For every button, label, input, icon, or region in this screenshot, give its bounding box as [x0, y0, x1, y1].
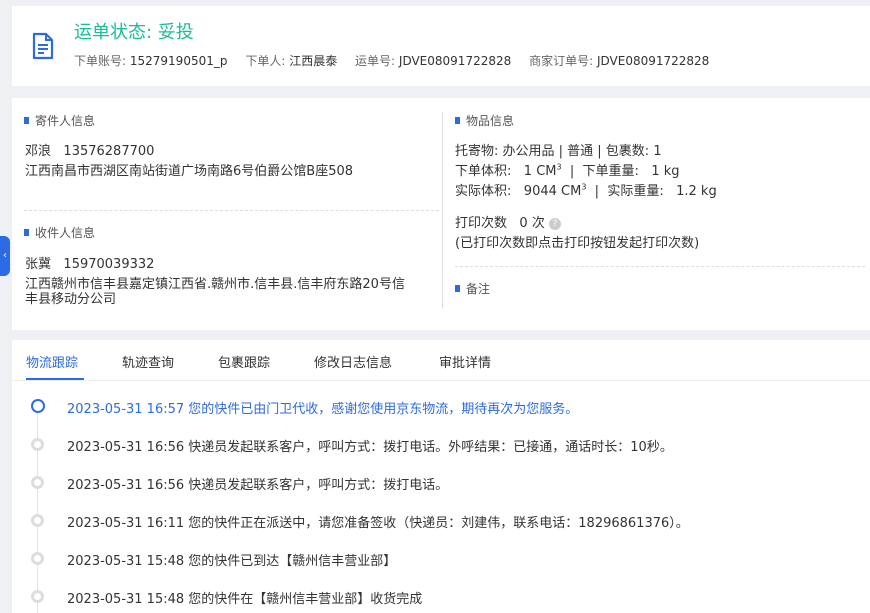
receiver-title-text: 收件人信息 [35, 226, 96, 240]
timeline-text: 2023-05-31 15:48 您的快件已到达【赣州信丰营业部】 [67, 554, 397, 569]
timeline-dot [31, 514, 44, 527]
goods-summary: 托寄物: 办公用品 | 普通 | 包裹数: 1 [455, 144, 662, 159]
sender-title-text: 寄件人信息 [35, 114, 96, 128]
merchant-order-label: 商家订单号: [529, 54, 594, 68]
document-icon [32, 32, 54, 60]
timeline-text: 2023-05-31 16:11 您的快件正在派送中，请您准备签收（快递员：刘建… [67, 516, 689, 531]
timeline-text: 2023-05-31 15:48 您的快件在【赣州信丰营业部】收货完成 [67, 592, 423, 607]
sender-contact: 邓浪 13576287700 [25, 140, 154, 159]
tab-change-log[interactable]: 修改日志信息 [314, 352, 392, 371]
actual-volume-label: 实际体积: [455, 184, 512, 199]
order-volume-value: 1 CM [523, 164, 557, 179]
divider [455, 266, 865, 267]
actual-weight-label: 实际重量: [607, 184, 664, 199]
tab-logistics-tracking[interactable]: 物流跟踪 [26, 352, 78, 371]
divider [24, 210, 439, 211]
column-divider [442, 112, 443, 308]
print-count-value: 0 次 [519, 216, 545, 231]
print-count: 打印次数 0 次 ? [455, 212, 561, 231]
sender-address: 江西南昌市西湖区南站街道广场南路6号伯爵公馆B座508 [25, 164, 354, 179]
print-count-note: (已打印次数即点击打印按钮发起打印次数) [455, 236, 700, 251]
goods-section-title: 物品信息 [455, 112, 514, 129]
receiver-phone: 15970039332 [63, 257, 155, 272]
goods-title-text: 物品信息 [466, 114, 515, 128]
orderer-label: 下单人: [245, 54, 286, 68]
section-marker [24, 117, 29, 124]
cubic-sup: 3 [556, 162, 562, 172]
waybill-header: 运单状态: 妥投 下单账号: 15279190501_p 下单人: 江西晨泰 运… [12, 6, 870, 86]
collapse-tab[interactable]: ‹ [0, 236, 10, 276]
section-marker [24, 229, 29, 236]
timeline-text: 2023-05-31 16:57 您的快件已由门卫代收，感谢您使用京东物流，期待… [67, 402, 579, 417]
tab-divider [12, 380, 870, 381]
timeline-dot [31, 552, 44, 565]
section-marker [455, 285, 460, 292]
receiver-address-line2: 丰县移动分公司 [25, 292, 117, 307]
help-icon[interactable]: ? [548, 217, 561, 230]
tracking-panel: 物流跟踪 轨迹查询 包裹跟踪 修改日志信息 审批详情 2023-05-31 16… [12, 340, 870, 613]
order-volume-label: 下单体积: [455, 164, 512, 179]
timeline-dot-current [31, 399, 45, 413]
account-value: 15279190501_p [129, 54, 228, 68]
receiver-name: 张冀 [25, 257, 52, 272]
timeline-text: 2023-05-31 16:56 快递员发起联系客户，呼叫方式：拨打电话。外呼结… [67, 440, 673, 455]
orderer-value: 江西晨泰 [289, 54, 338, 68]
timeline-dot [31, 438, 44, 451]
account-label: 下单账号: [74, 54, 127, 68]
receiver-section-title: 收件人信息 [24, 224, 95, 241]
status-title: 运单状态: 妥投 [74, 22, 194, 43]
sender-name: 邓浪 [25, 144, 52, 159]
active-tab-indicator [26, 378, 84, 380]
info-panel: 寄件人信息 邓浪 13576287700 江西南昌市西湖区南站街道广场南路6号伯… [12, 98, 870, 330]
chevron-left-icon: ‹ [3, 250, 7, 261]
actual-volume-value: 9044 CM [523, 184, 582, 199]
order-weight-label: 下单重量: [582, 164, 639, 179]
remarks-section-title: 备注 [455, 280, 490, 297]
order-volume-weight: 下单体积: 1 CM3 | 下单重量: 1 kg [455, 162, 680, 179]
tab-track-query[interactable]: 轨迹查询 [122, 352, 174, 371]
waybill-label: 运单号: [355, 54, 396, 68]
sender-phone: 13576287700 [63, 144, 155, 159]
order-weight-value: 1 kg [651, 164, 680, 179]
print-count-label: 打印次数 [455, 216, 508, 231]
remarks-title-text: 备注 [466, 282, 491, 296]
actual-volume-weight: 实际体积: 9044 CM3 | 实际重量: 1.2 kg [455, 182, 717, 199]
tab-package-tracking[interactable]: 包裹跟踪 [218, 352, 270, 371]
order-meta: 下单账号: 15279190501_p 下单人: 江西晨泰 运单号: JDVE0… [74, 52, 723, 69]
sender-section-title: 寄件人信息 [24, 112, 95, 129]
actual-weight-value: 1.2 kg [676, 184, 717, 199]
waybill-value: JDVE08091722828 [398, 54, 512, 68]
receiver-contact: 张冀 15970039332 [25, 253, 154, 272]
merchant-order-value: JDVE08091722828 [596, 54, 710, 68]
timeline-dot [31, 476, 44, 489]
section-marker [455, 117, 460, 124]
tab-approval-details[interactable]: 审批详情 [439, 352, 491, 371]
timeline-text: 2023-05-31 16:56 快递员发起联系客户，呼叫方式：拨打电话。 [67, 478, 449, 493]
timeline-dot [31, 590, 44, 603]
cubic-sup: 3 [581, 182, 587, 192]
